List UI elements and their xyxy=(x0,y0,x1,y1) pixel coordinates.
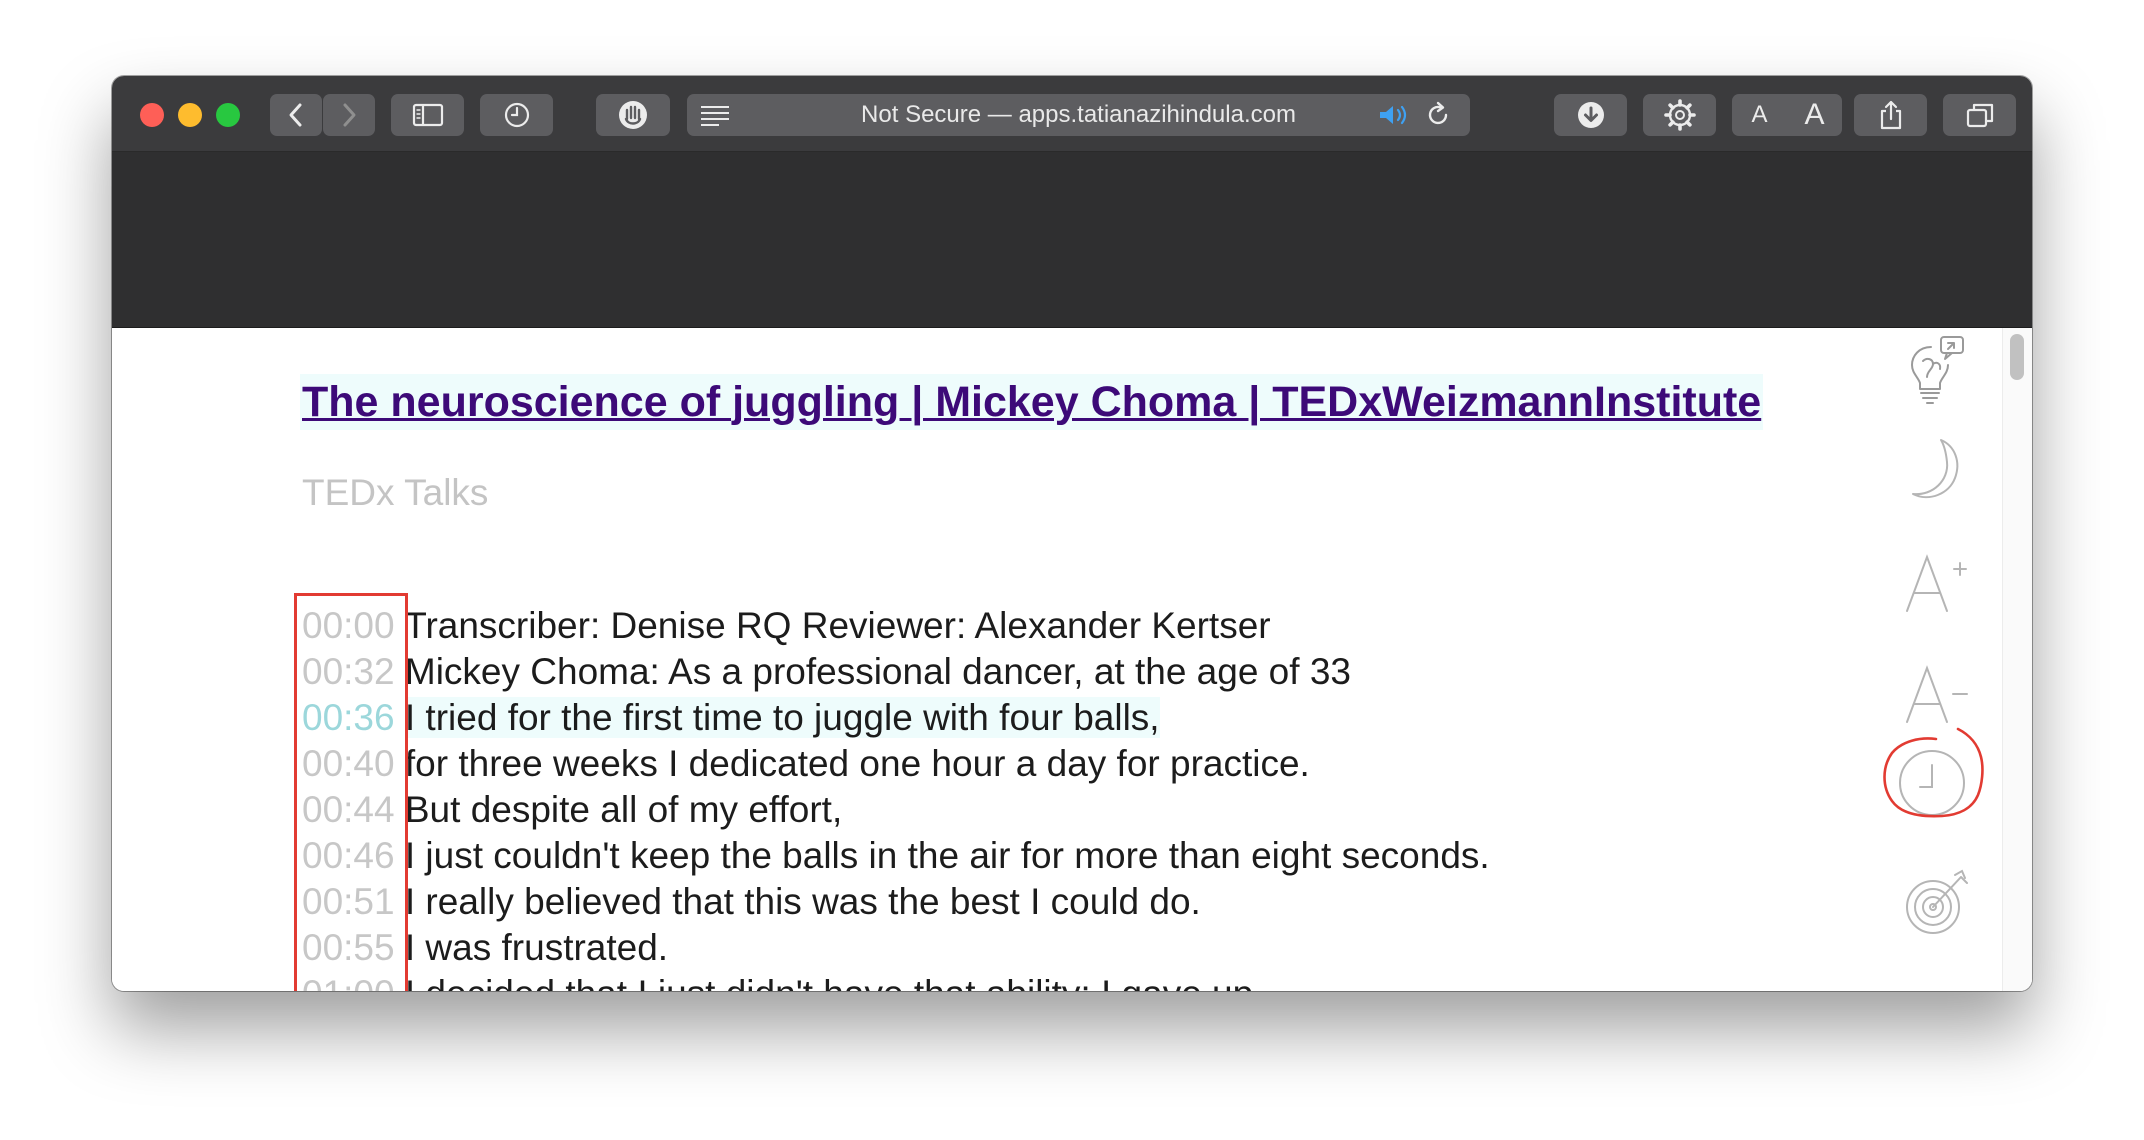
scrollbar[interactable] xyxy=(2002,328,2032,991)
reader-sidebar xyxy=(1882,328,2002,991)
sidebar-icon xyxy=(412,103,443,127)
reload-icon[interactable] xyxy=(1424,101,1452,129)
tabs-overview-button[interactable] xyxy=(1943,94,2016,136)
sidebar-button[interactable] xyxy=(391,94,464,136)
transcript-text: I tried for the first time to juggle wit… xyxy=(404,697,1160,738)
browser-window: Not Secure — apps.tatianazihindula.com A… xyxy=(112,76,2032,991)
clock-icon[interactable] xyxy=(1852,703,2012,863)
back-button[interactable] xyxy=(270,94,322,136)
favorites-bar xyxy=(112,152,2032,328)
transcript-line: 00:55 I was frustrated. xyxy=(302,925,1490,971)
transcript-line: 00:51 I really believed that this was th… xyxy=(302,879,1490,925)
transcript: 00:00 Transcriber: Denise RQ Reviewer: A… xyxy=(302,603,1490,991)
close-window-button[interactable] xyxy=(140,103,164,127)
history-button[interactable] xyxy=(480,94,553,136)
forward-icon xyxy=(343,103,356,127)
decrease-text-size-button[interactable]: A xyxy=(1732,101,1787,129)
share-icon xyxy=(1880,100,1901,130)
back-icon xyxy=(289,103,302,127)
scrollbar-thumb[interactable] xyxy=(2010,334,2024,380)
history-icon xyxy=(504,102,529,128)
address-bar[interactable]: Not Secure — apps.tatianazihindula.com xyxy=(687,94,1470,136)
timestamp-highlight-annotation xyxy=(294,593,408,991)
transcript-text: I decided that I just didn't have that a… xyxy=(405,973,1264,991)
gear-icon xyxy=(1663,99,1696,131)
downloads-icon xyxy=(1577,102,1604,128)
channel-name: TEDx Talks xyxy=(302,472,489,513)
address-text[interactable]: Not Secure — apps.tatianazihindula.com xyxy=(687,94,1470,136)
transcript-line: 00:36 I tried for the first time to jugg… xyxy=(302,695,1490,741)
transcript-text: I just couldn't keep the balls in the ai… xyxy=(404,835,1490,876)
audio-icon[interactable] xyxy=(1377,103,1413,127)
transcript-line: 00:40 for three weeks I dedicated one ho… xyxy=(302,741,1490,787)
tabs-icon xyxy=(1966,103,1993,128)
forward-button[interactable] xyxy=(323,94,375,136)
transcript-line: 00:44 But despite all of my effort, xyxy=(302,787,1490,833)
transcript-line: 01:00 I decided that I just didn't have … xyxy=(302,971,1490,991)
transcript-line: 00:00 Transcriber: Denise RQ Reviewer: A… xyxy=(302,603,1490,649)
transcript-text: I really believed that this was the best… xyxy=(404,881,1201,922)
transcript-text: But despite all of my effort, xyxy=(404,789,843,830)
transcript-line: 00:32 Mickey Choma: As a professional da… xyxy=(302,649,1490,695)
target-icon[interactable] xyxy=(1892,856,1982,946)
privacy-button[interactable] xyxy=(596,94,670,136)
increase-text-size-button[interactable]: A xyxy=(1787,98,1842,132)
share-button[interactable] xyxy=(1854,94,1927,136)
moon-icon[interactable] xyxy=(1892,427,1982,517)
zoom-window-button[interactable] xyxy=(216,103,240,127)
text-size-buttons: A A xyxy=(1732,94,1842,136)
transcript-line: 00:46 I just couldn't keep the balls in … xyxy=(302,833,1490,879)
browser-toolbar: Not Secure — apps.tatianazihindula.com A… xyxy=(112,76,2032,152)
downloads-button[interactable] xyxy=(1554,94,1627,136)
privacy-icon xyxy=(619,101,647,129)
transcript-text: Mickey Choma: As a professional dancer, … xyxy=(404,651,1351,692)
increase-font-icon[interactable] xyxy=(1892,540,1982,630)
settings-button[interactable] xyxy=(1643,94,1716,136)
transcript-text: Transcriber: Denise RQ Reviewer: Alexand… xyxy=(404,605,1271,646)
page-content: The neuroscience of juggling | Mickey Ch… xyxy=(112,328,2032,991)
video-title-link[interactable]: The neuroscience of juggling | Mickey Ch… xyxy=(300,374,1764,430)
lightbulb-icon[interactable] xyxy=(1892,326,1982,416)
transcript-text: for three weeks I dedicated one hour a d… xyxy=(404,743,1310,784)
minimize-window-button[interactable] xyxy=(178,103,202,127)
transcript-text: I was frustrated. xyxy=(404,927,669,968)
